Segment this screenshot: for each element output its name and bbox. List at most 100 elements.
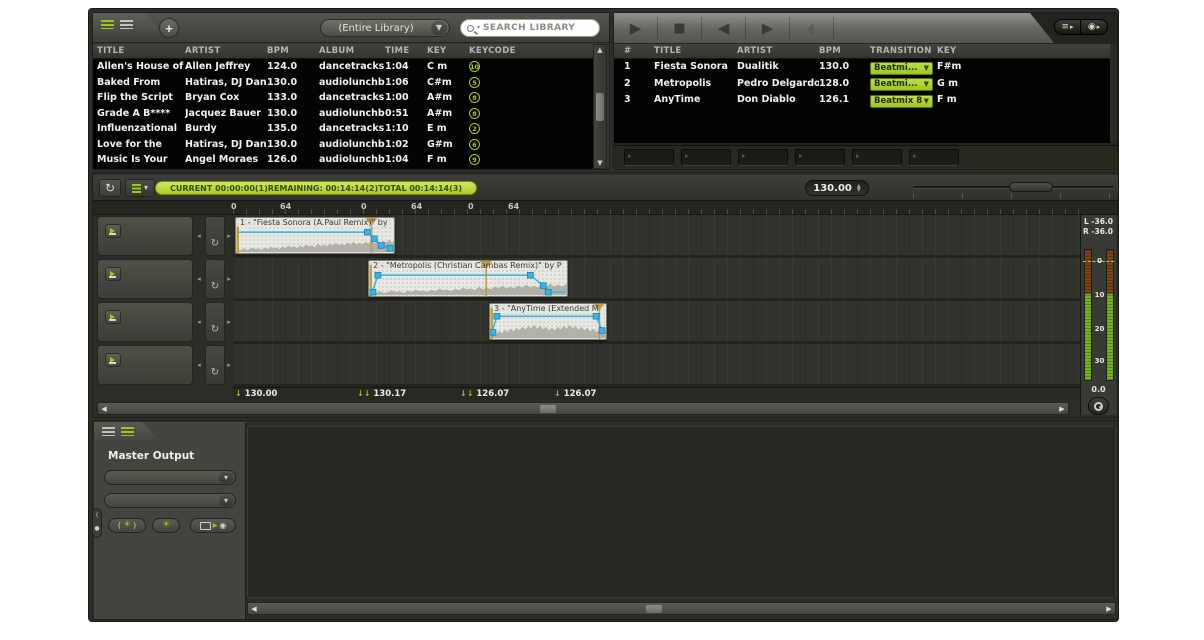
side-mini-toolbar[interactable]: (● (92, 508, 102, 538)
track-pill[interactable] (97, 302, 193, 342)
scroll-left-icon[interactable]: ◀ (98, 403, 110, 414)
cue-pad[interactable]: ▸ (681, 149, 731, 166)
timeline-grid[interactable]: 1 - "Fiesta Sonora (A.Paul Remix)" by 2 … (233, 215, 1085, 387)
master-bpm-stepper[interactable]: 130.00 ▲▼ (805, 180, 869, 196)
scrollbar-thumb[interactable] (596, 93, 604, 121)
transition-select[interactable]: Beatmi... ▼ (870, 62, 933, 75)
previous-track-button[interactable]: ◀ (702, 17, 746, 39)
scrollbar-thumb[interactable] (646, 605, 662, 613)
scrollbar-thumb[interactable] (540, 405, 556, 413)
library-search[interactable]: ▾ (460, 19, 600, 37)
mono-gain-button[interactable]: ☀ (152, 518, 180, 533)
scroll-down-icon[interactable]: ▼ (594, 159, 606, 167)
scroll-right-icon[interactable]: ▶ (1103, 603, 1115, 614)
timeline-ruler[interactable]: 0 64 0 64 0 64 (93, 201, 1118, 215)
col-time[interactable]: TIME (385, 44, 427, 59)
tempo-marker[interactable]: ↓↓ 130.17 (357, 389, 406, 399)
library-scrollbar[interactable]: ▲ ▼ (593, 44, 607, 169)
loop-icon[interactable]: ↻ (99, 179, 121, 197)
stop-button[interactable]: ■ (658, 17, 702, 39)
export-mix-button[interactable]: ◉▸ (1081, 19, 1108, 35)
col-artist[interactable]: ARTIST (185, 44, 267, 59)
table-row[interactable]: Love for the Hatiras, DJ Dan, 130.0 audi… (93, 137, 593, 153)
cue-pad[interactable]: ▸ (738, 149, 788, 166)
master-volume-knob[interactable] (1088, 397, 1109, 415)
col-transition[interactable]: TRANSITION (870, 44, 937, 59)
track-loop-icon[interactable]: ↻ (205, 259, 225, 299)
chevron-down-icon[interactable]: ▼ (431, 21, 447, 35)
list-view-icon[interactable] (101, 20, 114, 29)
col-album[interactable]: ALBUM (319, 44, 385, 59)
tempo-marker[interactable]: ↓ 130.00 (235, 389, 277, 399)
cue-device-select[interactable]: ▾ (104, 493, 236, 508)
col-bpm[interactable]: BPM (267, 44, 319, 59)
cell-album: dancetracks (319, 90, 385, 106)
cell-artist: Hatiras, DJ Dan, (185, 137, 267, 153)
col-key[interactable]: KEY (937, 44, 1112, 59)
clip-fiesta-sonora[interactable]: 1 - "Fiesta Sonora (A.Paul Remix)" by (235, 217, 395, 254)
tempo-marker[interactable]: ↓↓ 126.07 (460, 389, 509, 399)
track-pill[interactable] (97, 345, 193, 385)
scroll-left-icon[interactable]: ◀ (248, 603, 260, 614)
detail-content-area[interactable] (247, 426, 1116, 598)
col-artist[interactable]: ARTIST (737, 44, 819, 59)
playlist-row[interactable]: 2 Metropolis Pedro Delgardo 128.0 Beatmi… (614, 76, 1112, 93)
export-list-button[interactable]: ≡▸ (1054, 19, 1081, 35)
clip-anytime[interactable]: 3 - "AnyTime (Extended M (489, 303, 607, 340)
nudge-left-icon[interactable]: ◂ (194, 345, 204, 385)
track-loop-icon[interactable]: ↻ (205, 216, 225, 256)
track-pill[interactable] (97, 216, 193, 256)
track-pill[interactable] (97, 259, 193, 299)
col-title[interactable]: TITLE (654, 44, 737, 59)
table-row[interactable]: Grade A B**** Jacquez Bauer 130.0 audiol… (93, 106, 593, 122)
nudge-left-icon[interactable]: ◂ (194, 302, 204, 342)
table-row[interactable]: Influenzational Burdy 135.0 dancetracks … (93, 121, 593, 137)
tempo-marker[interactable]: ↓ 126.07 (554, 389, 596, 399)
track-header-2: ◂ ↻ ▸ (97, 259, 231, 299)
col-key[interactable]: KEY (427, 44, 469, 59)
nudge-left-icon[interactable]: ◂ (194, 259, 204, 299)
bottom-hscrollbar[interactable]: ◀ ▶ (247, 602, 1116, 615)
col-num[interactable]: # (624, 44, 654, 59)
stepper-arrows-icon[interactable]: ▲▼ (857, 184, 861, 192)
stereo-gain-button[interactable]: (☀) (108, 518, 146, 533)
search-input[interactable] (483, 23, 593, 33)
track-loop-icon[interactable]: ↻ (205, 345, 225, 385)
cue-pad[interactable]: ▸ (909, 149, 959, 166)
play-button[interactable]: ▶ (614, 17, 658, 39)
shuffle-view-icon[interactable] (120, 20, 133, 29)
playlist-row[interactable]: 3 AnyTime Don Diablo 126.1 Beatmix 8 ▼ F… (614, 92, 1112, 109)
snap-grid-dropdown[interactable]: ▾ (125, 179, 155, 197)
col-keycode[interactable]: KEYCODE (469, 44, 593, 59)
transition-select[interactable]: Beatmi... ▼ (870, 78, 933, 91)
nudge-left-icon[interactable]: ◂ (194, 216, 204, 256)
table-row[interactable]: Flip the Script Bryan Cox 133.0 dancetra… (93, 90, 593, 106)
add-playlist-button[interactable]: + (159, 18, 179, 38)
col-bpm[interactable]: BPM (819, 44, 870, 59)
monitor-route-button[interactable]: ▶ ◉ (190, 518, 236, 533)
cue-pad[interactable]: ▸ (624, 149, 674, 166)
track-loop-icon[interactable]: ↻ (205, 302, 225, 342)
zoom-slider-handle[interactable] (1009, 182, 1053, 192)
cue-pad[interactable]: ▸ (795, 149, 845, 166)
scroll-right-icon[interactable]: ▶ (1056, 403, 1068, 414)
transition-select[interactable]: Beatmix 8 ▼ (870, 95, 933, 108)
timeline-hscrollbar[interactable]: ◀ ▶ (97, 402, 1069, 415)
table-row[interactable]: Music Is Your Angel Moraes 126.0 audiolu… (93, 152, 593, 168)
cue-pad[interactable]: ▸ (852, 149, 902, 166)
eq-sliders-icon[interactable] (121, 427, 134, 436)
next-track-button[interactable]: ▶ (746, 17, 790, 39)
playlist-row[interactable]: 1 Fiesta Sonora Dualitik 130.0 Beatmi...… (614, 59, 1112, 76)
col-title[interactable]: TITLE (97, 44, 185, 59)
table-row[interactable]: Allen's House of Allen Jeffrey 124.0 dan… (93, 59, 593, 75)
menu-icon[interactable] (102, 427, 115, 436)
scroll-up-icon[interactable]: ▲ (594, 46, 606, 54)
search-icon (467, 25, 474, 32)
output-device-select[interactable]: ▾ (104, 470, 236, 485)
cue-pads-row: ▸ ▸ ▸ ▸ ▸ ▸ (614, 145, 1118, 169)
clip-metropolis[interactable]: 2 - "Metropolis (Christian Cambas Remix)… (368, 260, 568, 297)
collection-dropdown[interactable]: (Entire Library) ▼ (320, 19, 450, 37)
zoom-slider[interactable] (913, 186, 1113, 189)
table-row[interactable]: Baked From Hatiras, DJ Dan, 130.0 audiol… (93, 75, 593, 91)
tempo-arrow-icon: ↓↓ (460, 389, 473, 398)
